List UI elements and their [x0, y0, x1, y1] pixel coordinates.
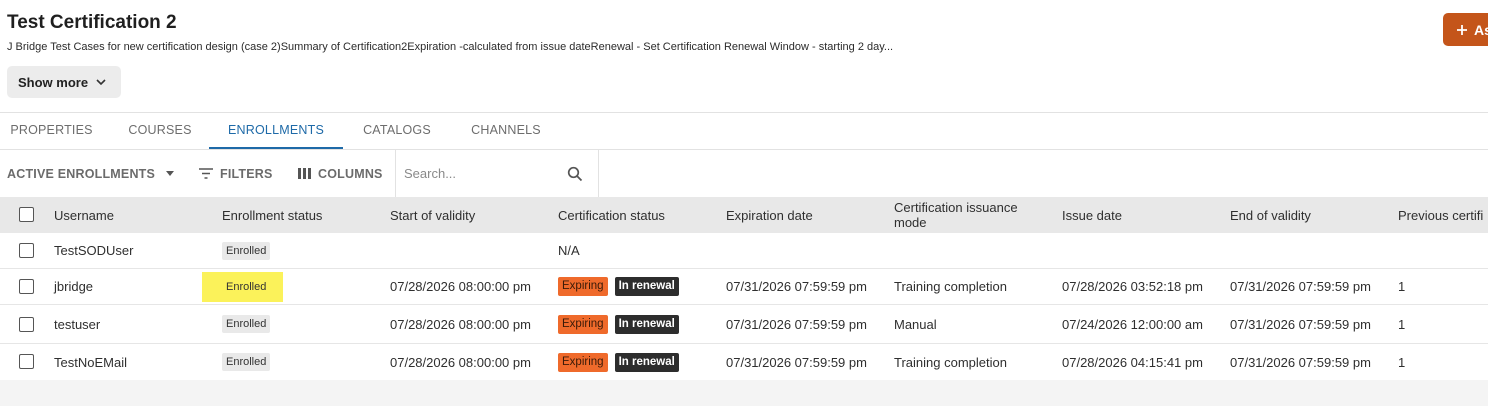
enrollment-status-cell: Enrolled [222, 344, 271, 380]
column-header-enrollment-status[interactable]: Enrollment status [222, 197, 322, 233]
expiration-date-cell: 07/31/2026 07:59:59 pm [726, 279, 867, 294]
assign-button[interactable]: As [1443, 13, 1488, 46]
in-renewal-badge: In renewal [614, 352, 679, 372]
start-of-validity-cell: 07/28/2026 08:00:00 pm [390, 316, 531, 332]
issuance-mode-cell: Manual [894, 316, 937, 332]
expiration-date-cell: 07/31/2026 07:59:59 pm [726, 354, 867, 370]
columns-button[interactable]: COLUMNS [298, 150, 383, 197]
select-all-checkbox[interactable] [19, 207, 34, 222]
in-renewal-badge: In renewal [614, 277, 679, 296]
enrollment-status-cell: Enrolled [222, 269, 270, 304]
table-row[interactable]: TestNoEMail Enrolled 07/28/2026 08:00:00… [0, 344, 1488, 380]
username-cell[interactable]: jbridge [54, 269, 93, 304]
column-header-start-of-validity[interactable]: Start of validity [390, 197, 475, 233]
view-dropdown-label: ACTIVE ENROLLMENTS [7, 166, 156, 181]
table-row[interactable]: testuser Enrolled 07/28/2026 08:00:00 pm… [0, 305, 1488, 344]
columns-icon [298, 168, 311, 179]
previous-certification-cell: 1 [1398, 354, 1406, 370]
filters-button[interactable]: FILTERS [199, 150, 273, 197]
active-enrollments-dropdown[interactable]: ACTIVE ENROLLMENTS [7, 150, 175, 197]
enrollments-toolbar: ACTIVE ENROLLMENTS FILTERS COLUMNS [0, 150, 1488, 197]
enrolled-badge: Enrolled [222, 353, 271, 371]
certification-status-cell: N/A [558, 243, 580, 258]
issue-date-cell: 07/28/2026 03:52:18 pm [1062, 279, 1203, 294]
expiring-badge: Expiring [558, 314, 608, 334]
previous-certification-cell: 1 [1398, 279, 1406, 294]
show-more-label: Show more [18, 74, 89, 90]
search-icon[interactable] [567, 166, 583, 182]
username-cell[interactable]: testuser [54, 305, 100, 343]
end-of-validity-cell: 07/31/2026 07:59:59 pm [1230, 279, 1371, 294]
tab-courses[interactable]: COURSES [117, 113, 203, 149]
page-title: Test Certification 2 [7, 12, 177, 33]
column-header-previous-certification[interactable]: Previous certifi [1398, 197, 1483, 233]
row-checkbox[interactable] [19, 317, 34, 332]
enrolled-badge: Enrolled [226, 280, 267, 293]
page-header: Test Certification 2 J Bridge Test Cases… [0, 0, 1488, 112]
certification-status-cell: Expiring In renewal [558, 344, 679, 380]
page-description: J Bridge Test Cases for new certificatio… [7, 41, 894, 53]
plus-icon [1457, 24, 1467, 35]
column-header-expiration-date[interactable]: Expiration date [726, 197, 813, 233]
search-input[interactable] [404, 162, 554, 184]
column-header-username[interactable]: Username [54, 197, 114, 233]
chevron-down-icon [96, 78, 106, 85]
issuance-mode-cell: Training completion [894, 279, 1007, 294]
enrollment-status-cell: Enrolled [222, 305, 271, 343]
show-more-button[interactable]: Show more [7, 66, 121, 98]
table-row[interactable]: jbridge Enrolled 07/28/2026 08:00:00 pm … [0, 269, 1488, 305]
end-of-validity-cell: 07/31/2026 07:59:59 pm [1230, 354, 1371, 370]
row-checkbox[interactable] [19, 243, 34, 258]
issuance-mode-cell: Training completion [894, 354, 1007, 370]
table-header: Username Enrollment status Start of vali… [0, 197, 1488, 233]
tab-channels[interactable]: CHANNELS [460, 113, 552, 149]
row-checkbox[interactable] [19, 279, 34, 294]
tab-enrollments[interactable]: ENROLLMENTS [209, 113, 343, 149]
username-cell[interactable]: TestNoEMail [54, 344, 127, 380]
table-row[interactable]: TestSODUser Enrolled N/A [0, 233, 1488, 269]
certification-status-cell: Expiring In renewal [558, 269, 679, 304]
filter-icon [199, 168, 213, 179]
start-of-validity-cell: 07/28/2026 08:00:00 pm [390, 354, 531, 370]
column-header-end-of-validity[interactable]: End of validity [1230, 197, 1311, 233]
end-of-validity-cell: 07/31/2026 07:59:59 pm [1230, 316, 1371, 332]
tab-bar: PROPERTIES COURSES ENROLLMENTS CATALOGS … [0, 113, 1488, 149]
previous-certification-cell: 1 [1398, 316, 1406, 332]
enrolled-badge: Enrolled [222, 315, 271, 333]
columns-label: COLUMNS [318, 166, 383, 181]
issue-date-cell: 07/24/2026 12:00:00 am [1062, 316, 1203, 332]
enrolled-badge: Enrolled [222, 241, 271, 260]
issue-date-cell: 07/28/2026 04:15:41 pm [1062, 354, 1203, 370]
column-header-issue-date[interactable]: Issue date [1062, 197, 1122, 233]
assign-button-label: As [1474, 21, 1488, 38]
expiring-badge: Expiring [558, 352, 608, 372]
caret-down-icon [166, 170, 175, 176]
in-renewal-badge: In renewal [614, 314, 679, 334]
start-of-validity-cell: 07/28/2026 08:00:00 pm [390, 279, 531, 294]
filters-label: FILTERS [220, 166, 273, 181]
enrollment-status-cell: Enrolled [222, 233, 271, 268]
tab-properties[interactable]: PROPERTIES [0, 113, 103, 149]
certification-status-cell: Expiring In renewal [558, 305, 679, 343]
column-header-certification-status[interactable]: Certification status [558, 197, 665, 233]
expiring-badge: Expiring [558, 277, 608, 296]
row-checkbox[interactable] [19, 354, 34, 369]
username-cell[interactable]: TestSODUser [54, 233, 133, 268]
tab-catalogs[interactable]: CATALOGS [352, 113, 442, 149]
table-footer-area [0, 380, 1488, 406]
expiration-date-cell: 07/31/2026 07:59:59 pm [726, 316, 867, 332]
column-header-issuance-mode[interactable]: Certification issuance mode [894, 197, 1044, 233]
